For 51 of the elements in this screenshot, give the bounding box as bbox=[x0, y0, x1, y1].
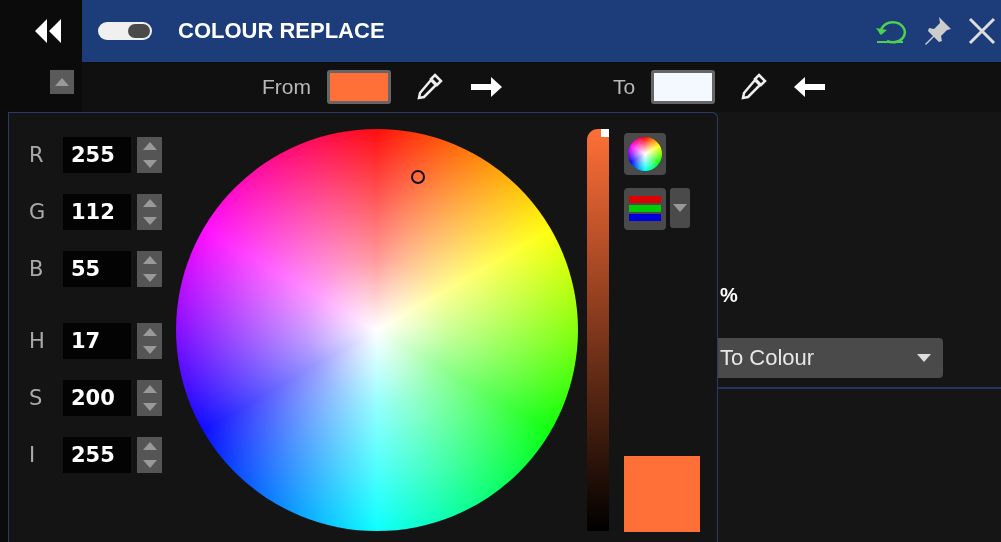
down-triangle-icon bbox=[142, 346, 157, 354]
up-triangle-icon bbox=[142, 385, 157, 393]
spin-button[interactable] bbox=[137, 251, 162, 287]
channel-label: G bbox=[29, 200, 47, 224]
down-triangle-icon bbox=[142, 403, 157, 411]
spin-button[interactable] bbox=[137, 437, 162, 473]
toggle-switch[interactable] bbox=[98, 22, 152, 40]
channel-label: H bbox=[29, 329, 46, 353]
percent-text: % bbox=[719, 284, 739, 308]
channel-label: I bbox=[29, 443, 37, 467]
channel-field[interactable]: 255 bbox=[63, 437, 131, 473]
close-icon[interactable] bbox=[967, 16, 997, 46]
caret-icon bbox=[917, 354, 931, 362]
intensity-slider[interactable] bbox=[587, 129, 609, 531]
channel-label: S bbox=[29, 386, 44, 410]
to-label: To bbox=[613, 75, 636, 99]
reset-icon[interactable] bbox=[873, 18, 907, 44]
rgb-sliders-mode-button[interactable] bbox=[624, 188, 666, 230]
channel-field[interactable]: 17 bbox=[63, 323, 131, 359]
up-triangle-icon bbox=[142, 142, 157, 150]
colour-wheel-mode-button[interactable] bbox=[624, 133, 666, 175]
up-triangle-icon bbox=[55, 78, 69, 86]
from-label: From bbox=[262, 75, 311, 99]
up-triangle-icon bbox=[142, 199, 157, 207]
down-triangle-icon bbox=[142, 460, 157, 468]
channel-label: R bbox=[29, 143, 45, 167]
channel-label: B bbox=[29, 257, 45, 281]
channel-field[interactable]: 112 bbox=[63, 194, 131, 230]
down-triangle-icon bbox=[142, 217, 157, 225]
down-triangle-icon bbox=[142, 160, 157, 168]
spin-button[interactable] bbox=[137, 380, 162, 416]
to-colour-swatch[interactable] bbox=[651, 70, 716, 104]
panel-title: COLOUR REPLACE bbox=[178, 18, 386, 44]
slider-thumb[interactable] bbox=[601, 129, 609, 137]
mode-dropdown[interactable]: To Colour bbox=[718, 338, 943, 378]
arrow-right-icon[interactable] bbox=[469, 76, 503, 98]
mode-menu-button[interactable] bbox=[670, 188, 690, 228]
up-triangle-icon bbox=[142, 328, 157, 336]
channel-field[interactable]: 55 bbox=[63, 251, 131, 287]
arrow-left-icon[interactable] bbox=[793, 76, 828, 98]
down-triangle-icon bbox=[142, 274, 157, 282]
channel-field[interactable]: 200 bbox=[63, 380, 131, 416]
wheel-marker[interactable] bbox=[411, 170, 425, 184]
up-triangle-icon bbox=[142, 442, 157, 450]
channel-field[interactable]: 255 bbox=[63, 137, 131, 173]
from-colour-swatch[interactable] bbox=[327, 70, 391, 104]
down-triangle-icon bbox=[673, 204, 687, 212]
up-triangle-icon bbox=[142, 256, 157, 264]
spin-button[interactable] bbox=[137, 137, 162, 173]
spin-button[interactable] bbox=[137, 194, 162, 230]
spin-button[interactable] bbox=[137, 323, 162, 359]
